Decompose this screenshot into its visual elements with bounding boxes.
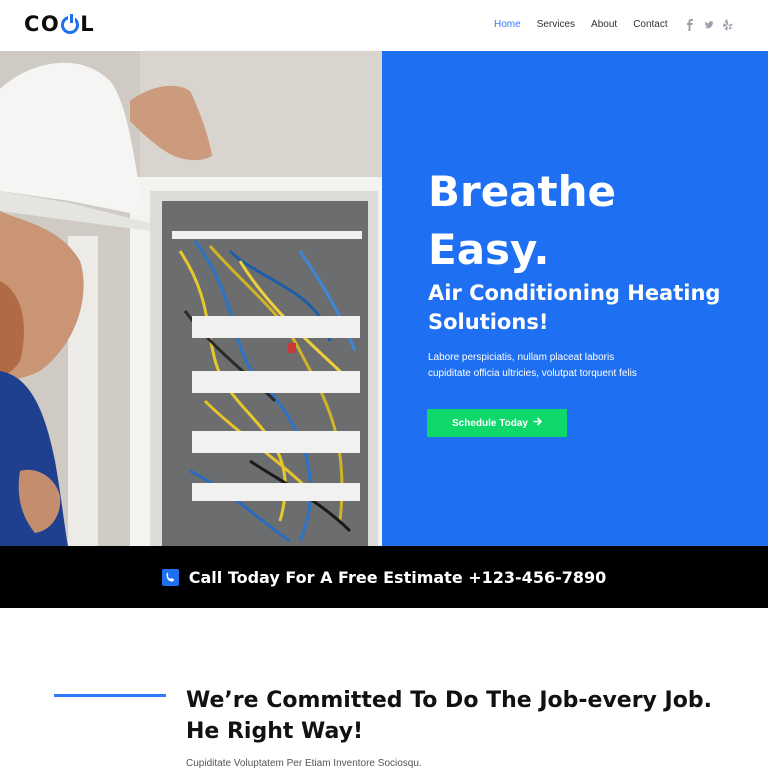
electrician-photo: [0, 51, 382, 546]
nav-contact[interactable]: Contact: [633, 19, 667, 30]
facebook-icon[interactable]: [685, 16, 695, 31]
call-bar: Call Today For A Free Estimate +123-456-…: [0, 546, 768, 608]
hero-panel: Breathe Easy. Air Conditioning Heating S…: [382, 51, 768, 546]
main-nav: Home Services About Contact: [494, 19, 684, 30]
commitment-title: We’re Committed To Do The Job-every Job.…: [186, 688, 712, 744]
nav-services[interactable]: Services: [537, 19, 575, 30]
arrow-right-icon: [533, 417, 543, 429]
schedule-button-label: Schedule Today: [452, 417, 528, 429]
call-text[interactable]: Call Today For A Free Estimate +123-456-…: [189, 568, 607, 587]
yelp-icon[interactable]: [723, 16, 733, 31]
hero-section: Breathe Easy. Air Conditioning Heating S…: [0, 51, 768, 546]
logo-text-start: CO: [24, 12, 61, 36]
power-icon: [61, 14, 80, 34]
logo-text-end: L: [80, 12, 96, 36]
social-links: [685, 16, 733, 31]
hero-description: Labore perspiciatis, nullam placeat labo…: [428, 352, 637, 379]
commitment-subtitle: Cupiditate Voluptatem Per Etiam Inventor…: [186, 758, 422, 768]
hero-photo: [0, 51, 382, 546]
site-logo[interactable]: CO L: [24, 12, 95, 36]
commitment-section: We’re Committed To Do The Job-every Job.…: [0, 608, 768, 768]
schedule-button[interactable]: Schedule Today: [427, 409, 567, 437]
accent-divider: [54, 694, 166, 697]
nav-home[interactable]: Home: [494, 19, 521, 30]
phone-icon: [161, 568, 179, 586]
hero-title: Breathe Easy.: [428, 167, 617, 274]
hero-subtitle: Air Conditioning Heating Solutions!: [428, 281, 721, 334]
twitter-icon[interactable]: [704, 16, 714, 29]
site-header: CO L Home Services About Contact: [0, 0, 768, 51]
nav-about[interactable]: About: [591, 19, 617, 30]
